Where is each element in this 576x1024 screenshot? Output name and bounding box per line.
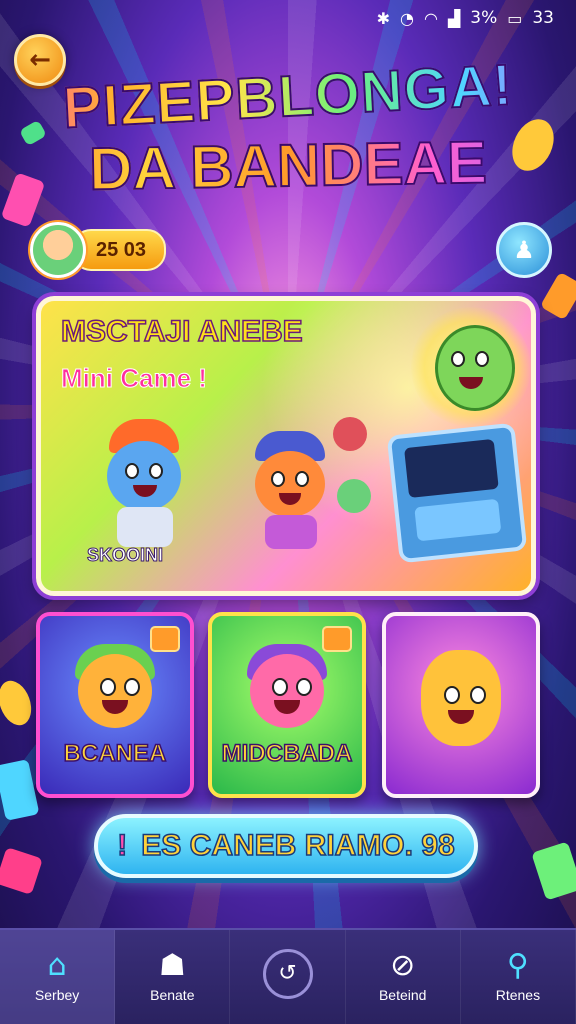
pink-monster [333,417,367,451]
green-alien-character [411,307,531,427]
search-icon: ⚲ [506,948,529,983]
play-button[interactable]: ! ES CANEB RIAMO. 98 [94,814,478,878]
tab-benate[interactable]: ☗ Benate [115,930,231,1024]
title-line-1: PIZEPBLONGA! [0,51,576,141]
tab-label: Rtenes [495,987,541,1003]
clock: 33 [532,8,554,28]
blue-robot-character [91,419,201,549]
tab-label: Benate [150,987,195,1003]
bottom-tab-bar: ⌂ Serbey ☗ Benate ↺ ⊘ Beteind ⚲ Rtenes [0,928,576,1024]
player-chip[interactable]: 25 03 [30,222,180,278]
gift-icon [150,626,180,652]
dial-icon: ↺ [262,949,313,999]
tab-home[interactable]: ⌂ Serbey [0,930,116,1024]
play-button-label: ES CANEB RIAMO. 98 [141,828,456,863]
tab-label: Serbey [34,987,80,1003]
alarm-icon: ◔ [400,8,414,28]
tab-label: Beteind [378,987,427,1003]
tab-beteind[interactable]: ⊘ Beteind [346,930,461,1024]
featured-game-card[interactable]: MSCTAJI ANEBE Mini Came ! SKOOINI [36,296,536,596]
battery-percent: 3% [470,8,498,28]
avatar[interactable] [30,222,86,278]
game-tile[interactable]: MIDCBADA [208,612,366,798]
gem-decoration [0,847,43,895]
signal-icon: ▟ [447,8,461,28]
compass-icon: ⊘ [390,948,416,983]
orange-character [241,431,341,551]
play-button-icon: ! [117,828,129,863]
arcade-machine [386,422,528,564]
tile-label: BCANEA [63,739,167,768]
profile-button[interactable]: ♟ [496,222,552,278]
game-title: PIZEPBLONGA! DA BANDEAE [0,51,576,203]
coin-counter: 25 03 [72,229,167,271]
ghost-icon: ☗ [158,948,186,983]
home-icon: ⌂ [47,948,67,983]
wifi-icon: ◠ [423,8,438,28]
tab-search[interactable]: ⚲ Rtenes [461,930,576,1024]
gem-decoration [531,841,576,901]
bluetooth-icon: ✱ [376,8,390,28]
featured-title: MSCTAJI ANEBE [60,314,303,349]
coin-value: 25 03 [96,238,147,261]
game-tile[interactable]: BCANEA [36,612,194,798]
battery-icon: ▭ [507,8,523,28]
featured-subtitle: Mini Came ! [61,363,208,394]
gem-decoration [539,271,576,321]
title-line-2: DA BANDEAE [0,128,576,204]
featured-character-name: SKOOINI [86,545,164,566]
game-tile[interactable] [382,612,540,798]
green-monster [337,479,371,513]
tile-label: MIDCBADA [221,739,353,768]
star-icon [322,626,352,652]
coin-decoration [0,676,37,730]
status-bar: ✱ ◔ ◠ ▟ 3% ▭ 33 [0,0,576,36]
tab-center[interactable]: ↺ [230,930,346,1024]
gem-decoration [0,759,40,821]
user-icon: ♟ [513,236,535,264]
game-grid: BCANEA MIDCBADA [36,612,540,798]
